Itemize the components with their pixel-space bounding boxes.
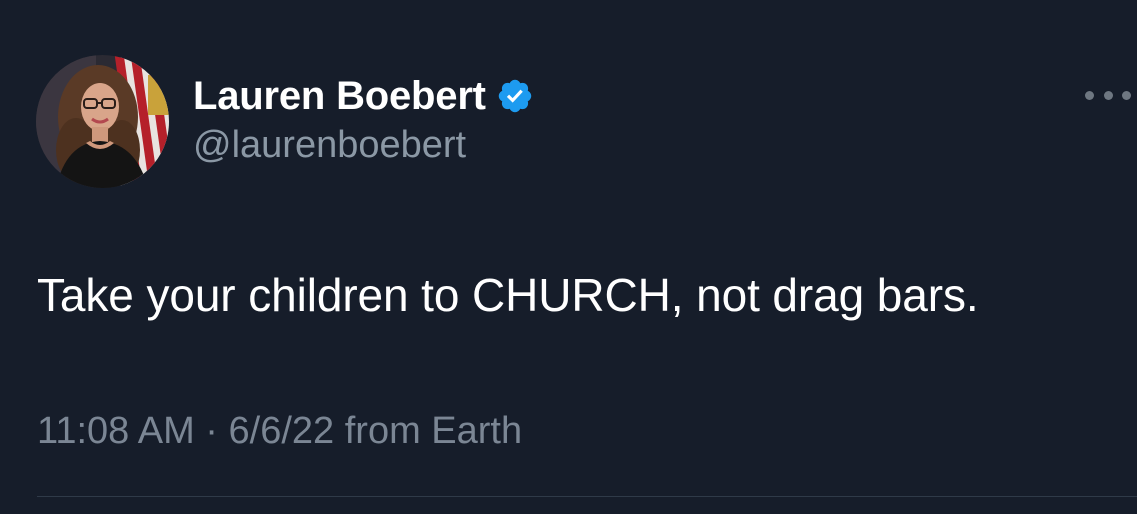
- avatar-image: [36, 55, 169, 188]
- tweet-time[interactable]: 11:08 AM: [37, 410, 195, 452]
- author-display-name[interactable]: Lauren Boebert: [193, 74, 486, 119]
- tweet-card: Lauren Boebert @laurenboebert Take your …: [0, 0, 1137, 514]
- tweet-meta: 11:08 AM · 6/6/22 from Earth: [37, 410, 522, 453]
- verified-badge-icon: [496, 77, 534, 115]
- tweet-source: from Earth: [344, 410, 523, 452]
- dot: [1122, 90, 1131, 100]
- tweet-text: Take your children to CHURCH, not drag b…: [37, 269, 979, 321]
- meta-separator: ·: [205, 410, 218, 452]
- tweet-date[interactable]: 6/6/22: [229, 410, 335, 452]
- more-options-icon[interactable]: [1085, 80, 1131, 110]
- avatar[interactable]: [36, 55, 169, 188]
- divider: [37, 496, 1137, 497]
- dot: [1103, 90, 1113, 100]
- author-name-row[interactable]: Lauren Boebert: [193, 70, 534, 122]
- dot: [1085, 90, 1094, 100]
- author-handle[interactable]: @laurenboebert: [193, 124, 466, 167]
